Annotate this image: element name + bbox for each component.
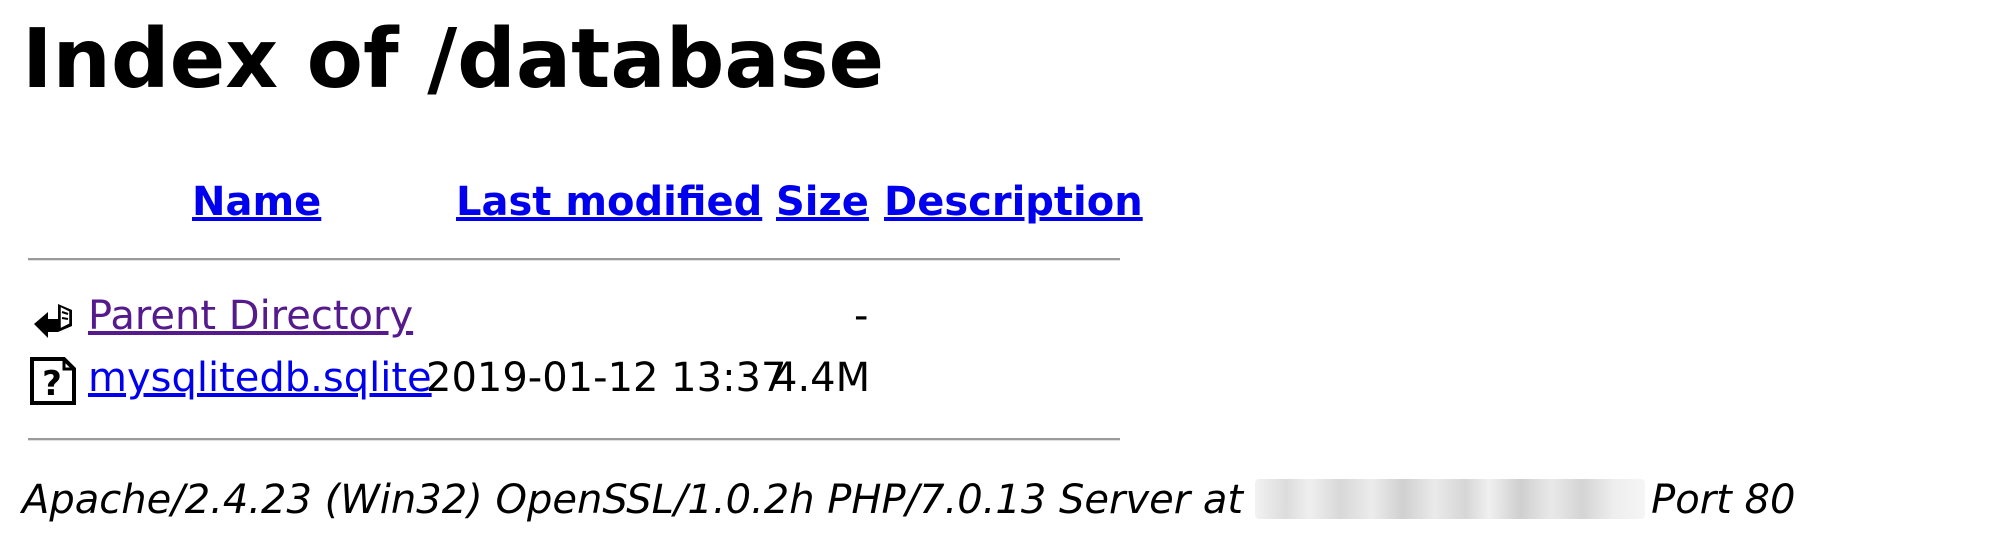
row-last-modified: 2019-01-12 13:37 — [426, 355, 787, 401]
server-signature-prefix: Apache/2.4.23 (Win32) OpenSSL/1.0.2h PHP… — [22, 477, 1244, 523]
svg-text:?: ? — [42, 364, 62, 404]
sort-by-name-link[interactable]: Name — [192, 179, 321, 225]
table-row: Parent Directory - — [28, 286, 1120, 346]
column-header-name: Name — [192, 172, 321, 232]
parent-directory-link[interactable]: Parent Directory — [88, 293, 413, 339]
file-link[interactable]: mysqlitedb.sqlite — [88, 355, 432, 401]
row-size: - — [854, 293, 869, 339]
redacted-hostname — [1255, 479, 1646, 519]
server-signature-suffix: Port 80 — [1651, 477, 1796, 523]
back-arrow-icon — [28, 294, 78, 344]
table-row: ? mysqlitedb.sqlite 2019-01-12 13:37 4.4… — [28, 348, 1120, 408]
column-header-size: Size — [776, 172, 869, 232]
sort-by-description-link[interactable]: Description — [884, 179, 1143, 225]
sort-by-size-link[interactable]: Size — [776, 179, 869, 225]
column-header-last-modified: Last modified — [456, 172, 762, 232]
unknown-file-icon: ? — [28, 356, 78, 406]
server-signature: Apache/2.4.23 (Win32) OpenSSL/1.0.2h PHP… — [22, 470, 1795, 530]
sort-by-last-modified-link[interactable]: Last modified — [456, 179, 762, 225]
footer-divider — [28, 438, 1120, 441]
row-size: 4.4M — [772, 355, 871, 401]
header-divider — [28, 258, 1120, 261]
page-title: Index of /database — [22, 12, 885, 107]
column-header-description: Description — [884, 172, 1143, 232]
